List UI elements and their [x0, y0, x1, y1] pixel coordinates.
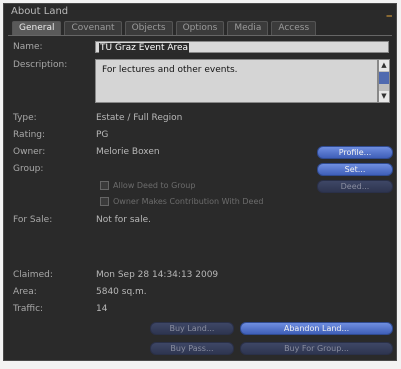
title-bar[interactable]: About Land _	[4, 4, 396, 20]
minimize-icon[interactable]: _	[387, 4, 393, 17]
tab-objects[interactable]: Objects	[124, 21, 173, 35]
buy-land-button[interactable]: Buy Land...	[150, 322, 234, 335]
description-scrollbar[interactable]: ▲ ▼	[378, 59, 390, 103]
tab-divider	[8, 35, 392, 36]
claimed-value: Mon Sep 28 14:34:13 2009	[96, 270, 219, 280]
buy-for-group-button[interactable]: Buy For Group...	[240, 342, 393, 355]
claimed-label: Claimed:	[13, 270, 53, 280]
deed-button[interactable]: Deed...	[317, 180, 393, 193]
set-group-button[interactable]: Set...	[317, 163, 393, 176]
scroll-up-icon[interactable]: ▲	[379, 60, 389, 71]
buy-pass-button[interactable]: Buy Pass...	[150, 342, 234, 355]
rating-label: Rating:	[13, 130, 46, 140]
owner-contribution-checkbox[interactable]: Owner Makes Contribution With Deed	[100, 197, 263, 206]
owner-contribution-label: Owner Makes Contribution With Deed	[113, 197, 264, 206]
description-label: Description:	[13, 60, 68, 70]
profile-button[interactable]: Profile...	[317, 146, 393, 159]
type-value: Estate / Full Region	[96, 113, 183, 123]
window-title: About Land	[11, 6, 69, 17]
tab-bar: General Covenant Objects Options Media A…	[12, 21, 317, 35]
allow-deed-checkbox[interactable]: Allow Deed to Group	[100, 181, 195, 190]
tab-options[interactable]: Options	[175, 21, 225, 35]
owner-value: Melorie Boxen	[96, 147, 160, 157]
owner-label: Owner:	[13, 147, 46, 157]
tab-covenant[interactable]: Covenant	[64, 21, 122, 35]
group-label: Group:	[13, 164, 44, 174]
checkbox-icon	[100, 197, 109, 206]
scroll-thumb[interactable]	[379, 72, 389, 84]
description-field[interactable]: For lectures and other events.	[95, 59, 378, 103]
for-sale-label: For Sale:	[13, 215, 53, 225]
tab-media[interactable]: Media	[227, 21, 269, 35]
scroll-down-icon[interactable]: ▼	[379, 91, 389, 102]
allow-deed-label: Allow Deed to Group	[113, 181, 196, 190]
name-field[interactable]: TU Graz Event Area	[95, 41, 389, 53]
area-value: 5840 sq.m.	[96, 287, 147, 297]
traffic-label: Traffic:	[13, 304, 44, 314]
checkbox-icon	[100, 181, 109, 190]
area-label: Area:	[13, 287, 37, 297]
traffic-value: 14	[96, 304, 108, 314]
abandon-land-button[interactable]: Abandon Land...	[240, 322, 393, 335]
type-label: Type:	[13, 113, 37, 123]
rating-value: PG	[96, 130, 109, 140]
name-label: Name:	[13, 42, 43, 52]
tab-general[interactable]: General	[12, 21, 62, 35]
for-sale-value: Not for sale.	[96, 215, 151, 225]
name-value: TU Graz Event Area	[99, 43, 190, 53]
about-land-window: About Land _ General Covenant Objects Op…	[3, 3, 397, 361]
tab-access[interactable]: Access	[271, 21, 317, 35]
